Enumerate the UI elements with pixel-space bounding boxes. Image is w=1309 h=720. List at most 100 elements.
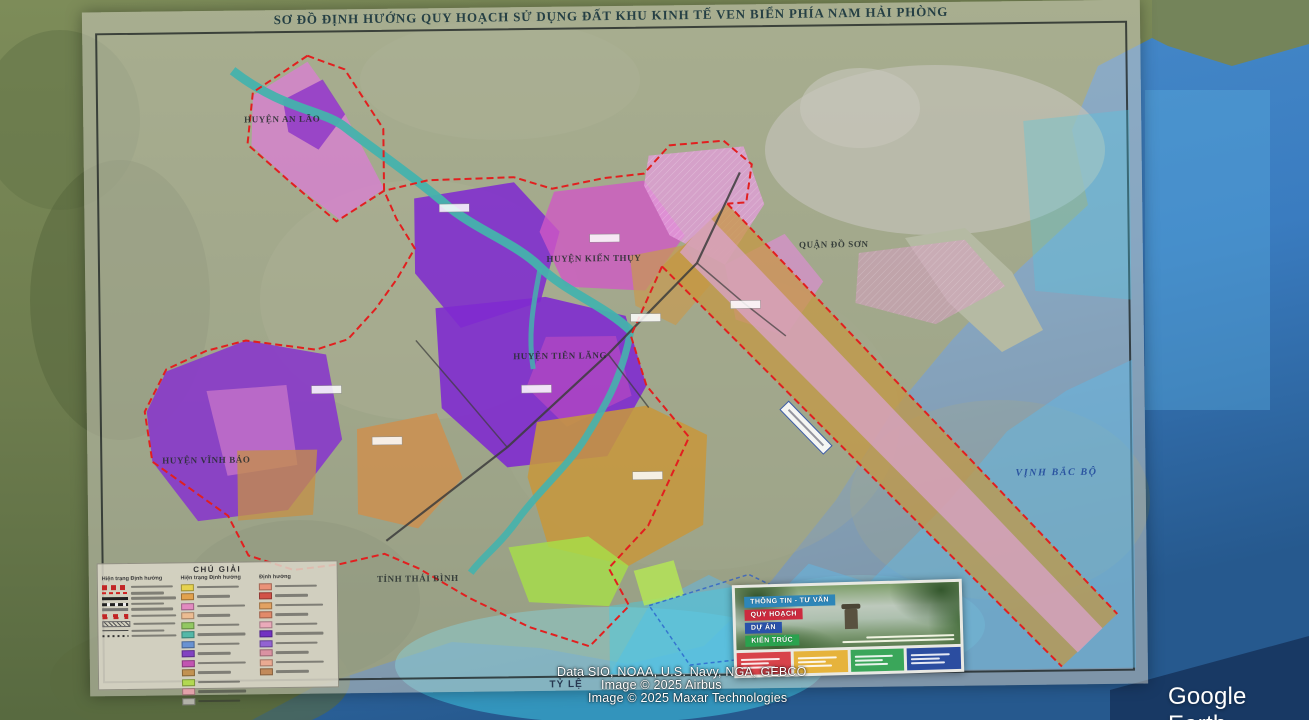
legend-color-swatch bbox=[181, 612, 194, 619]
scale-label: TỶ LỆ bbox=[549, 679, 582, 690]
legend-label-line bbox=[197, 585, 239, 588]
legend-label-line bbox=[198, 690, 246, 693]
legend-swatch-list-current bbox=[181, 583, 256, 705]
legend-color-swatch bbox=[260, 621, 273, 628]
banner-strip-label: DỰ ÁN bbox=[751, 624, 776, 632]
legend-row bbox=[259, 601, 333, 609]
label-huyen-tien-lang: HUYỆN TIÊN LÃNG bbox=[513, 350, 607, 361]
legend-row bbox=[102, 613, 176, 619]
legend-color-swatch bbox=[260, 659, 273, 666]
legend-label-line bbox=[198, 699, 240, 702]
legend-row bbox=[260, 610, 334, 618]
legend-label-line bbox=[275, 584, 317, 587]
hoan-kiem-lake-photo: THÔNG TIN - TƯ VẤN QUY HOẠCH DỰ ÁN KIẾN … bbox=[735, 582, 961, 650]
legend-label-line bbox=[275, 594, 308, 597]
legend-row bbox=[260, 629, 334, 637]
legend-line-symbol bbox=[102, 613, 128, 618]
legend-line-symbol bbox=[102, 608, 128, 611]
legend-color-swatch bbox=[182, 688, 195, 695]
banner-strip-label: KIẾN TRÚC bbox=[751, 637, 793, 645]
legend-color-swatch bbox=[260, 611, 273, 618]
legend-row bbox=[102, 596, 176, 600]
label-vinh-bac-bo: VỊNH BẮC BỘ bbox=[1015, 467, 1097, 479]
legend-group3-header: Định hướng bbox=[259, 573, 333, 580]
legend-line-symbol bbox=[102, 621, 130, 627]
banner-strip: THÔNG TIN - TƯ VẤN bbox=[744, 594, 835, 608]
planning-map-overlay: SƠ ĐỒ ĐỊNH HƯỚNG QUY HOẠCH SỬ DỤNG ĐẤT K… bbox=[82, 0, 1148, 696]
legend-group2-header: Hiện trạng Định hướng bbox=[180, 574, 254, 581]
legend-label-line bbox=[197, 633, 245, 636]
banner-service-box bbox=[907, 647, 961, 670]
legend-label-line bbox=[133, 622, 175, 625]
google-earth-logo: Google Earth bbox=[1168, 683, 1309, 720]
banner-strip-label: THÔNG TIN - TƯ VẤN bbox=[750, 597, 829, 606]
legend-row bbox=[260, 667, 334, 675]
legend-line-symbol bbox=[102, 592, 128, 594]
legend-row bbox=[181, 621, 255, 629]
legend-row bbox=[260, 648, 334, 656]
legend-row bbox=[181, 649, 255, 657]
legend-row bbox=[102, 634, 176, 637]
legend-label-line bbox=[131, 592, 164, 595]
attribution-maxar: Image © 2025 Maxar Technologies bbox=[588, 691, 787, 705]
legend-row bbox=[260, 658, 334, 666]
legend-color-swatch bbox=[182, 698, 195, 705]
consultancy-banner: THÔNG TIN - TƯ VẤN QUY HOẠCH DỰ ÁN KIẾN … bbox=[732, 579, 965, 678]
legend-row bbox=[181, 630, 255, 638]
attribution-data-sources: Data SIO, NOAA, U.S. Navy, NGA, GEBCO bbox=[557, 665, 807, 679]
legend-label-line bbox=[131, 634, 176, 637]
legend-line-symbol bbox=[102, 602, 128, 605]
legend-row bbox=[102, 602, 176, 606]
legend-color-swatch bbox=[259, 602, 272, 609]
legend-symbol-list bbox=[102, 584, 176, 637]
legend-label-line bbox=[276, 641, 318, 644]
legend-row bbox=[182, 687, 256, 695]
map-legend: CHÚ GIẢI Hiện trạng Định hướng bbox=[97, 560, 340, 690]
legend-row bbox=[181, 592, 255, 600]
legend-label-line bbox=[131, 614, 176, 617]
banner-strip: DỰ ÁN bbox=[745, 622, 782, 634]
legend-swatch-list-planned bbox=[259, 582, 334, 675]
legend-row bbox=[181, 659, 255, 667]
banner-strips: THÔNG TIN - TƯ VẤN QUY HOẠCH DỰ ÁN KIẾN … bbox=[744, 594, 836, 647]
legend-row bbox=[182, 678, 256, 686]
legend-label-line bbox=[275, 603, 323, 606]
label-huyen-kien-thuy: HUYỆN KIẾN THỤY bbox=[546, 253, 641, 264]
legend-label-line bbox=[131, 629, 164, 632]
legend-row bbox=[259, 591, 333, 599]
legend-label-line bbox=[276, 632, 324, 635]
legend-row bbox=[259, 582, 333, 590]
legend-color-swatch bbox=[181, 650, 194, 657]
legend-line-symbol bbox=[102, 630, 128, 631]
attribution-airbus: Image © 2025 Airbus bbox=[601, 678, 722, 692]
legend-line-symbol bbox=[102, 584, 128, 589]
legend-group1-header: Hiện trạng Định hướng bbox=[102, 575, 176, 582]
banner-strip: KIẾN TRÚC bbox=[745, 634, 799, 646]
legend-label-line bbox=[131, 597, 176, 600]
legend-color-swatch bbox=[182, 679, 195, 686]
legend-label-line bbox=[197, 652, 230, 655]
label-huyen-an-lao: HUYỆN AN LÃO bbox=[244, 114, 320, 125]
google-earth-viewport[interactable]: SƠ ĐỒ ĐỊNH HƯỚNG QUY HOẠCH SỬ DỤNG ĐẤT K… bbox=[0, 0, 1309, 720]
legend-label-line bbox=[276, 622, 318, 625]
turtle-tower-silhouette bbox=[844, 609, 858, 629]
legend-line-symbol bbox=[102, 635, 128, 637]
legend-label-line bbox=[197, 661, 245, 664]
legend-row bbox=[181, 602, 255, 610]
legend-label-line bbox=[197, 604, 245, 607]
legend-label-line bbox=[276, 660, 324, 663]
legend-row bbox=[182, 697, 256, 705]
label-tinh-thai-binh: TỈNH THÁI BÌNH bbox=[377, 573, 459, 584]
legend-row bbox=[102, 620, 176, 627]
legend-color-swatch bbox=[181, 631, 194, 638]
legend-line-symbol bbox=[102, 597, 128, 600]
banner-service-box bbox=[850, 648, 904, 671]
legend-color-swatch bbox=[260, 668, 273, 675]
legend-color-swatch bbox=[260, 649, 273, 656]
banner-strip-label: QUY HOẠCH bbox=[750, 610, 796, 618]
label-quan-do-son: QUẬN ĐỒ SƠN bbox=[799, 239, 869, 250]
legend-row bbox=[181, 611, 255, 619]
label-huyen-vinh-bao: HUYỆN VĨNH BẢO bbox=[162, 454, 250, 465]
legend-label-line bbox=[197, 614, 230, 617]
legend-label-line bbox=[198, 680, 240, 683]
